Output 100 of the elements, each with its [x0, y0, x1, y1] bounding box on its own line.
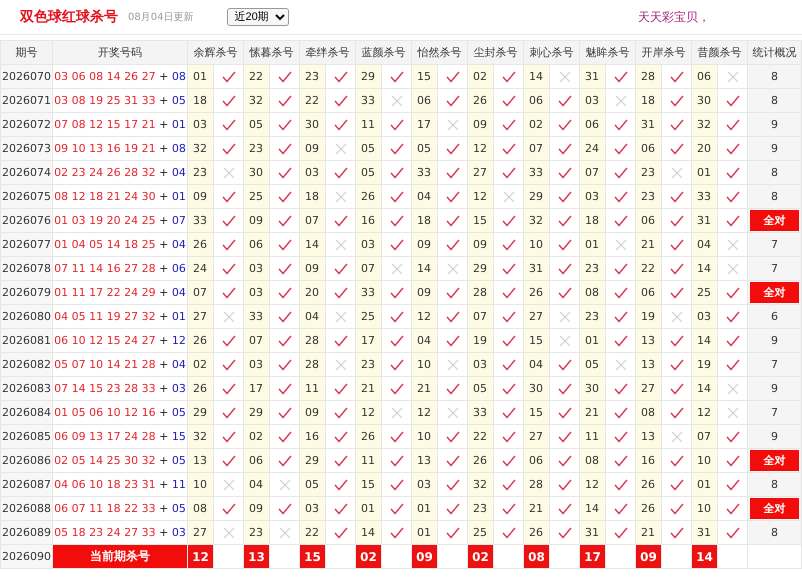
stat-cell: 6	[748, 304, 802, 328]
kill-number: 04	[300, 304, 326, 328]
kill-number: 28	[300, 328, 326, 352]
kill-number: 20	[692, 136, 718, 160]
kill-number: 03	[412, 472, 438, 496]
kill-number: 03	[188, 112, 214, 136]
kill-number: 23	[580, 304, 606, 328]
kill-number: 09	[300, 256, 326, 280]
kill-number: 01	[412, 496, 438, 520]
kill-number: 07	[356, 256, 382, 280]
kill-number: 03	[356, 232, 382, 256]
kill-number: 08	[580, 280, 606, 304]
kill-number: 05	[580, 352, 606, 376]
stat-cell: 7	[748, 352, 802, 376]
kill-number: 32	[244, 88, 270, 112]
kill-number: 03	[244, 352, 270, 376]
kill-number: 01	[580, 328, 606, 352]
kill-number: 07	[580, 160, 606, 184]
issue-cell: 2026090	[0, 544, 52, 568]
column-header: 牵绊杀号	[300, 40, 356, 64]
kill-number: 18	[188, 88, 214, 112]
stat-cell: 8	[748, 472, 802, 496]
current-kill-number: 09	[412, 544, 438, 568]
kill-number: 11	[300, 376, 326, 400]
kill-number: 21	[524, 496, 550, 520]
kill-number: 01	[580, 232, 606, 256]
kill-number: 21	[412, 376, 438, 400]
kill-number: 14	[692, 328, 718, 352]
kill-number: 32	[188, 424, 214, 448]
kill-number: 05	[244, 112, 270, 136]
current-kill-number: 13	[244, 544, 270, 568]
kill-number: 09	[412, 232, 438, 256]
kill-number: 21	[636, 520, 662, 544]
issue-cell: 2026083	[0, 376, 52, 400]
stat-cell: 7	[748, 256, 802, 280]
issue-cell: 2026080	[0, 304, 52, 328]
kill-number: 31	[636, 112, 662, 136]
column-header: 蓝颜杀号	[356, 40, 412, 64]
kill-number: 23	[636, 184, 662, 208]
draw-numbers: 04 05 11 19 27 32 + 01	[52, 304, 188, 328]
current-kill-label: 当前期杀号	[52, 544, 188, 568]
kill-number: 18	[300, 184, 326, 208]
kill-number: 30	[300, 112, 326, 136]
kill-number: 33	[356, 280, 382, 304]
issue-cell: 2026082	[0, 352, 52, 376]
stat-cell: 8	[748, 160, 802, 184]
kill-number: 33	[188, 208, 214, 232]
kill-number: 15	[524, 400, 550, 424]
kill-number: 20	[300, 280, 326, 304]
kill-number: 17	[244, 376, 270, 400]
draw-numbers: 07 08 12 15 17 21 + 01	[52, 112, 188, 136]
kill-number: 17	[412, 112, 438, 136]
kill-number: 15	[524, 328, 550, 352]
kill-number: 26	[356, 184, 382, 208]
period-select[interactable]: 近20期	[227, 8, 290, 26]
all-correct-badge: 全对	[750, 282, 799, 303]
kill-number: 26	[188, 328, 214, 352]
kill-number: 33	[524, 160, 550, 184]
draw-numbers: 06 07 11 18 22 33 + 05	[52, 496, 188, 520]
kill-number: 07	[300, 208, 326, 232]
column-header: 刺心杀号	[524, 40, 580, 64]
kill-number: 23	[356, 352, 382, 376]
column-header: 魅眸杀号	[580, 40, 636, 64]
kill-number: 12	[412, 400, 438, 424]
kill-number: 06	[412, 88, 438, 112]
stat-cell: 7	[748, 400, 802, 424]
kill-number: 18	[412, 208, 438, 232]
draw-numbers: 08 12 18 21 24 30 + 01	[52, 184, 188, 208]
kill-number: 27	[636, 376, 662, 400]
draw-numbers: 02 23 24 26 28 32 + 04	[52, 160, 188, 184]
column-header: 开岸杀号	[636, 40, 692, 64]
all-correct-badge: 全对	[750, 450, 799, 471]
kill-number: 10	[412, 424, 438, 448]
kill-number: 02	[244, 424, 270, 448]
column-header: 开奖号码	[52, 40, 188, 64]
issue-cell: 2026072	[0, 112, 52, 136]
current-kill-number: 12	[188, 544, 214, 568]
kill-number: 14	[300, 232, 326, 256]
kill-number: 03	[692, 304, 718, 328]
kill-number: 32	[524, 208, 550, 232]
kill-number: 10	[524, 232, 550, 256]
stat-cell: 9	[748, 376, 802, 400]
kill-number: 04	[244, 472, 270, 496]
kill-number: 09	[300, 136, 326, 160]
kill-number: 25	[692, 280, 718, 304]
kill-number: 01	[356, 496, 382, 520]
kill-number: 14	[580, 496, 606, 520]
column-header: 期号	[0, 40, 52, 64]
issue-cell: 2026087	[0, 472, 52, 496]
kill-number: 26	[188, 232, 214, 256]
kill-number: 23	[580, 256, 606, 280]
draw-numbers: 05 07 10 14 21 28 + 04	[52, 352, 188, 376]
stat-cell: 8	[748, 520, 802, 544]
kill-number: 31	[692, 208, 718, 232]
issue-cell: 2026074	[0, 160, 52, 184]
kill-number: 08	[636, 400, 662, 424]
current-kill-number: 17	[580, 544, 606, 568]
current-kill-number: 09	[636, 544, 662, 568]
kill-number: 07	[244, 328, 270, 352]
kill-number: 06	[636, 208, 662, 232]
